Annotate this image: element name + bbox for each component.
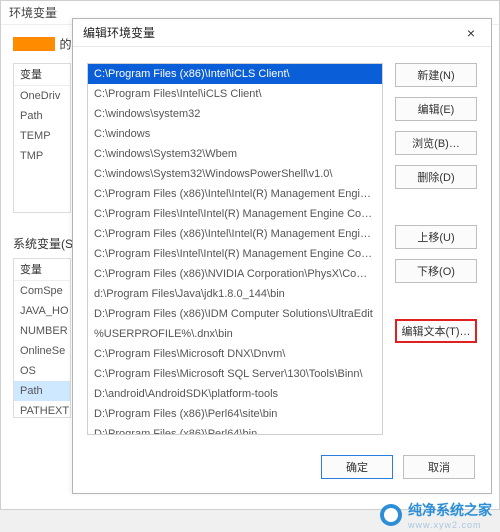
cancel-button[interactable]: 取消	[403, 455, 475, 479]
user-vars-table[interactable]: 变量 OneDriv Path TEMP TMP	[13, 63, 71, 213]
list-item[interactable]: C:\Program Files (x86)\Intel\iCLS Client…	[88, 64, 382, 84]
table-row[interactable]: Path	[14, 106, 70, 126]
side-buttons: 新建(N) 编辑(E) 浏览(B)… 删除(D) 上移(U) 下移(O) 编辑文…	[395, 63, 477, 435]
table-row[interactable]: TMP	[14, 146, 70, 166]
watermark-text: 纯净系统之家	[408, 500, 492, 520]
path-list[interactable]: C:\Program Files (x86)\Intel\iCLS Client…	[87, 63, 383, 435]
table-row[interactable]: ComSpe	[14, 281, 70, 301]
list-item[interactable]: C:\Program Files (x86)\Intel\Intel(R) Ma…	[88, 184, 382, 204]
list-item[interactable]: D:\Program Files (x86)\Perl64\site\bin	[88, 404, 382, 424]
move-down-button[interactable]: 下移(O)	[395, 259, 477, 283]
list-item[interactable]: C:\Program Files\Microsoft SQL Server\13…	[88, 364, 382, 384]
user-vars-col-header: 变量	[14, 64, 70, 86]
list-item[interactable]: C:\windows\system32	[88, 104, 382, 124]
system-vars-col-header: 变量	[14, 259, 70, 281]
table-row[interactable]: OS	[14, 361, 70, 381]
list-item[interactable]: C:\Program Files\Intel\Intel(R) Manageme…	[88, 244, 382, 264]
delete-button[interactable]: 删除(D)	[395, 165, 477, 189]
close-icon: ×	[467, 25, 475, 41]
list-item[interactable]: D:\Program Files (x86)\IDM Computer Solu…	[88, 304, 382, 324]
list-item[interactable]: C:\Program Files\Microsoft DNX\Dnvm\	[88, 344, 382, 364]
dialog-body: C:\Program Files (x86)\Intel\iCLS Client…	[73, 47, 491, 443]
table-row[interactable]: OneDriv	[14, 86, 70, 106]
list-item[interactable]: C:\windows\System32\WindowsPowerShell\v1…	[88, 164, 382, 184]
list-item[interactable]: C:\windows	[88, 124, 382, 144]
list-item[interactable]: D:\Program Files (x86)\Perl64\bin	[88, 424, 382, 435]
browse-button[interactable]: 浏览(B)…	[395, 131, 477, 155]
edit-env-var-dialog: 编辑环境变量 × C:\Program Files (x86)\Intel\iC…	[72, 18, 492, 494]
table-row[interactable]: Path	[14, 381, 70, 401]
table-row[interactable]: PATHEXT	[14, 401, 70, 421]
move-up-button[interactable]: 上移(U)	[395, 225, 477, 249]
table-row[interactable]: NUMBER	[14, 321, 70, 341]
system-vars-table[interactable]: 变量 ComSpe JAVA_HO NUMBER OnlineSe OS Pat…	[13, 258, 71, 418]
orange-accent	[13, 37, 55, 51]
table-row[interactable]: OnlineSe	[14, 341, 70, 361]
list-item[interactable]: D:\android\AndroidSDK\platform-tools	[88, 384, 382, 404]
edit-button[interactable]: 编辑(E)	[395, 97, 477, 121]
new-button[interactable]: 新建(N)	[395, 63, 477, 87]
list-item[interactable]: %USERPROFILE%\.dnx\bin	[88, 324, 382, 344]
list-item[interactable]: C:\Program Files (x86)\Intel\Intel(R) Ma…	[88, 224, 382, 244]
list-item[interactable]: C:\Program Files\Intel\Intel(R) Manageme…	[88, 204, 382, 224]
ok-button[interactable]: 确定	[321, 455, 393, 479]
edit-text-button[interactable]: 编辑文本(T)…	[395, 319, 477, 343]
list-item[interactable]: C:\windows\System32\Wbem	[88, 144, 382, 164]
watermark-sub: www.xyw2.com	[408, 520, 492, 530]
dialog-footer: 确定 取消	[321, 455, 475, 479]
table-row[interactable]: TEMP	[14, 126, 70, 146]
list-item[interactable]: C:\Program Files\Intel\iCLS Client\	[88, 84, 382, 104]
watermark-logo-icon	[380, 504, 402, 526]
table-row[interactable]: JAVA_HO	[14, 301, 70, 321]
list-item[interactable]: d:\Program Files\Java\jdk1.8.0_144\bin	[88, 284, 382, 304]
list-item[interactable]: C:\Program Files (x86)\NVIDIA Corporatio…	[88, 264, 382, 284]
watermark: 纯净系统之家 www.xyw2.com	[380, 500, 492, 530]
titlebar[interactable]: 编辑环境变量 ×	[73, 19, 491, 47]
dialog-title: 编辑环境变量	[83, 24, 155, 41]
close-button[interactable]: ×	[451, 19, 491, 47]
